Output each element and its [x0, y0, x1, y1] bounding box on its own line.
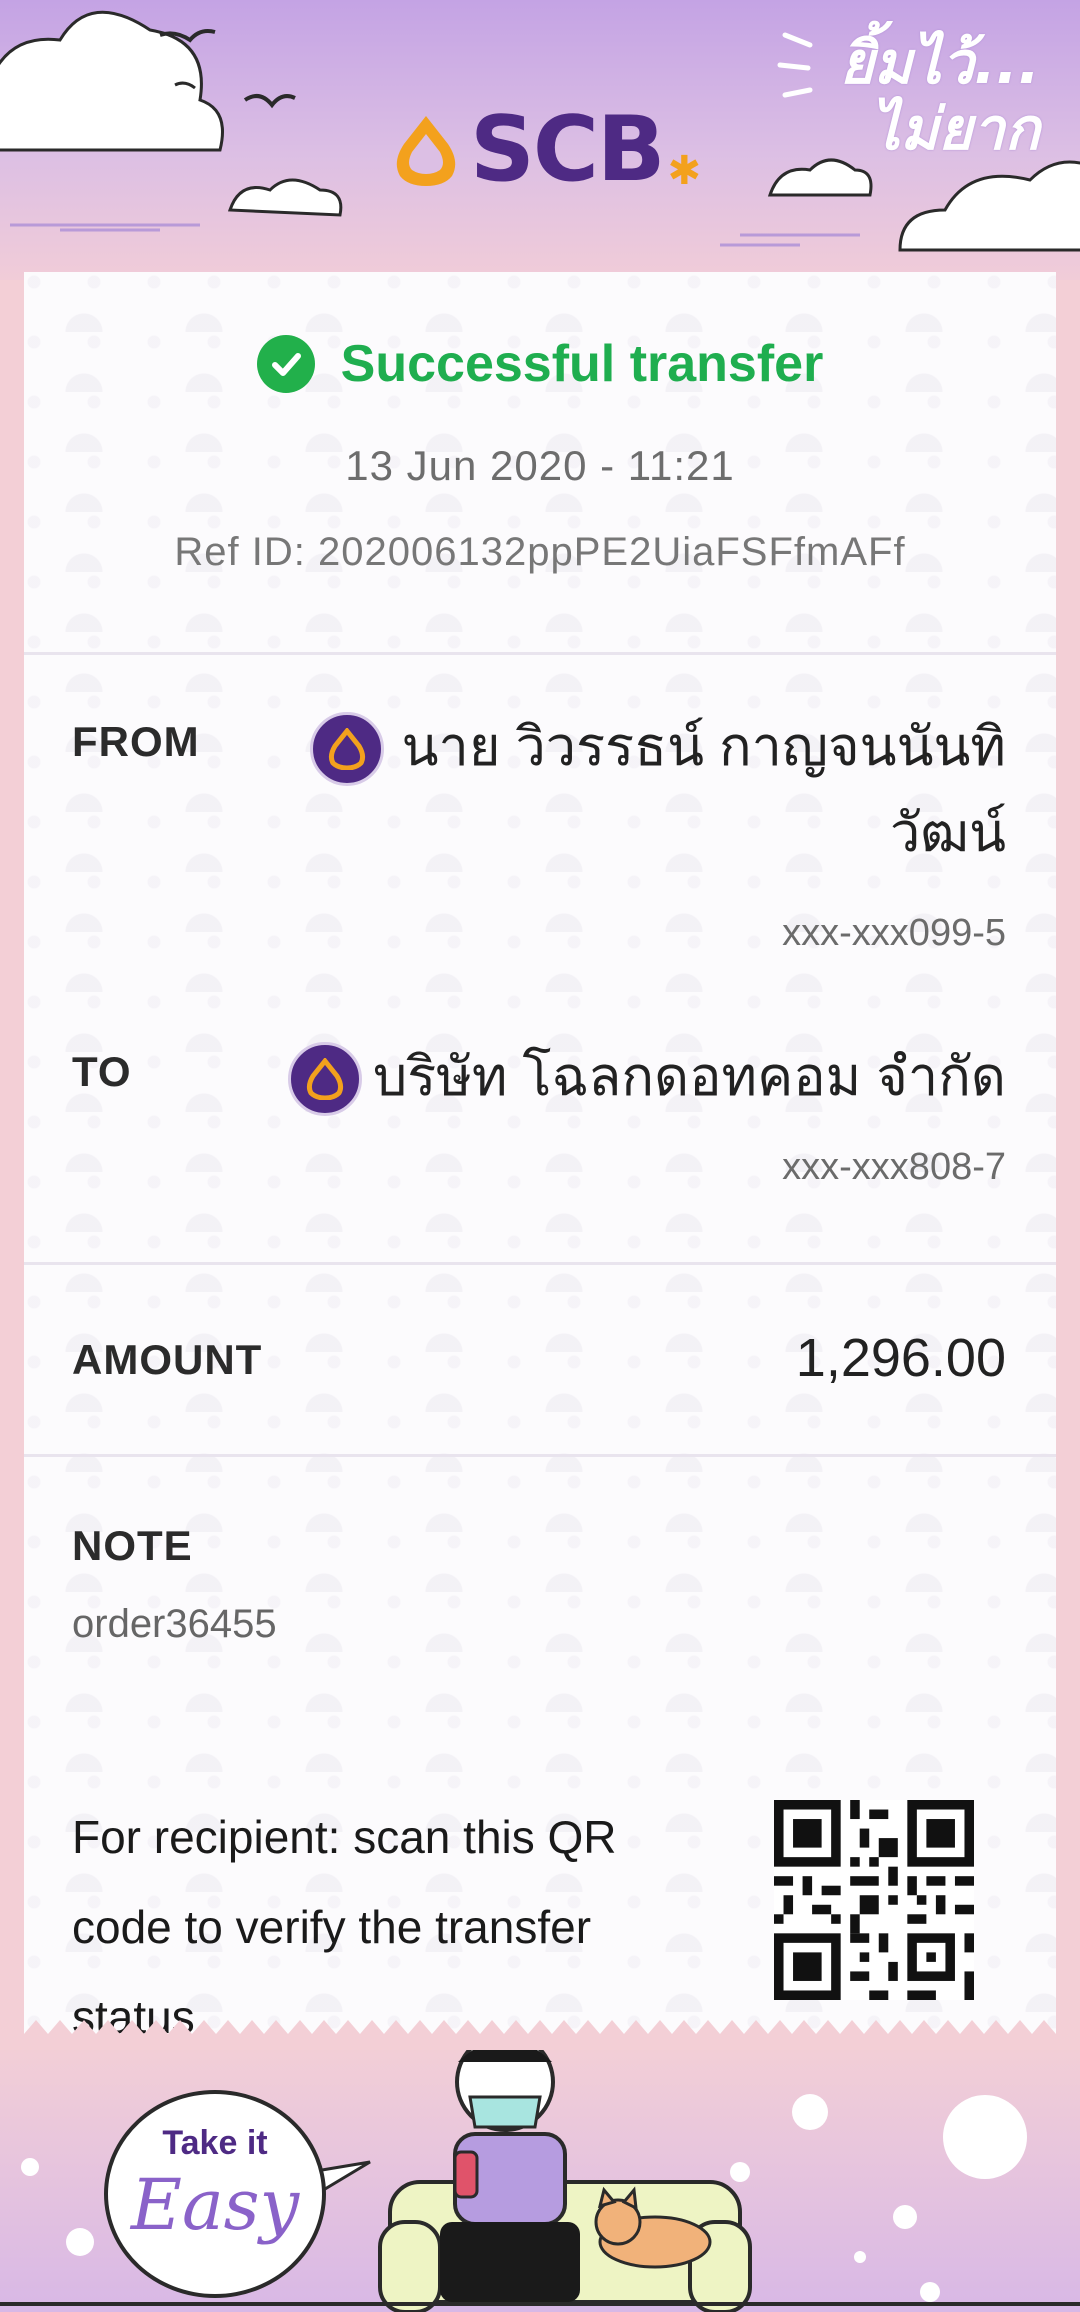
- brand-name: SCB: [470, 97, 665, 202]
- to-account: xxx-xxx808-7: [782, 1146, 1006, 1188]
- ref-label: Ref ID:: [174, 530, 306, 574]
- note-value: order36455: [72, 1602, 277, 1646]
- header-banner: SCB ✱ ยิ้มไว้... ไม่ยาก: [0, 0, 1080, 280]
- transfer-datetime: 13 Jun 2020 - 11:21: [345, 442, 735, 489]
- tagline-line2: ไม่ยาก: [870, 95, 1040, 163]
- amount-label: AMOUNT: [72, 1336, 263, 1383]
- from-label: FROM: [72, 718, 200, 765]
- tagline-line1: ยิ้มไว้...: [839, 29, 1040, 97]
- note-label: NOTE: [72, 1522, 193, 1569]
- badge-easy-text: Easy: [130, 2164, 300, 2246]
- ref-value: 202006132ppPE2UiaFSFfmAFf: [318, 530, 906, 574]
- scb-bank-icon: [288, 1042, 362, 1116]
- divider: [24, 1454, 1056, 1457]
- divider: [24, 1262, 1056, 1265]
- check-circle-icon: [256, 335, 315, 393]
- to-label: TO: [72, 1048, 132, 1095]
- receipt-zigzag-edge: [0, 2020, 1080, 2050]
- take-it-easy-badge: Take it Easy: [104, 2090, 326, 2298]
- from-name-line2: วัฒน์: [889, 803, 1006, 863]
- from-name: นาย วิวรรธน์ กาญจนนันทิ วัฒน์: [402, 704, 1006, 876]
- receipt-card: Successful transfer 13 Jun 2020 - 11:21 …: [24, 272, 1056, 2043]
- scb-logo: SCB ✱: [390, 100, 701, 200]
- scb-bank-icon: [310, 712, 384, 786]
- to-name: บริษัท โฉลกดอทคอม จำกัด: [372, 1047, 1006, 1107]
- from-account: xxx-xxx099-5: [782, 912, 1006, 954]
- status-section: Successful transfer: [24, 334, 1056, 394]
- divider: [24, 652, 1056, 655]
- scb-bell-icon: [396, 116, 456, 186]
- tagline: ยิ้มไว้... ไม่ยาก: [840, 30, 1040, 162]
- badge-top-text: Take it: [162, 2124, 268, 2162]
- status-title: Successful transfer: [340, 335, 824, 393]
- brand-star-icon: ✱: [667, 149, 701, 193]
- reference-id: Ref ID: 202006132ppPE2UiaFSFfmAFf: [24, 530, 1056, 575]
- amount-value: 1,296.00: [795, 1328, 1006, 1388]
- qr-code[interactable]: [774, 1800, 974, 2000]
- from-name-line1: นาย วิวรรธน์ กาญจนนันทิ: [401, 717, 1006, 777]
